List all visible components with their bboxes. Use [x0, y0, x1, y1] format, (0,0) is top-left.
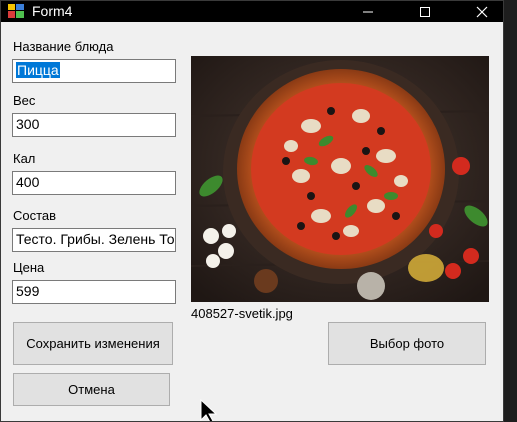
calories-label: Кал [13, 151, 36, 166]
weight-label: Вес [13, 93, 36, 108]
price-label: Цена [13, 260, 45, 275]
ingredients-field[interactable]: Тесто. Грибы. Зелень То [12, 228, 176, 252]
maximize-icon [420, 6, 430, 17]
app-icon [8, 4, 24, 18]
photo-filename: 408527-svetik.jpg [191, 306, 293, 321]
dish-name-label: Название блюда [13, 39, 114, 54]
ingredients-label: Состав [13, 208, 57, 223]
dish-name-field[interactable]: Пицца [12, 59, 176, 83]
minimize-button[interactable] [345, 1, 391, 22]
window-title: Form4 [32, 3, 73, 19]
price-field[interactable]: 599 [12, 280, 176, 304]
dish-photo [191, 56, 489, 302]
save-changes-button[interactable]: Сохранить изменения [13, 322, 173, 365]
cancel-button[interactable]: Отмена [13, 373, 170, 406]
title-bar[interactable]: Form4 [1, 1, 503, 22]
minimize-icon [363, 11, 373, 12]
mouse-cursor-icon [200, 398, 218, 421]
close-icon [476, 6, 488, 17]
maximize-button[interactable] [402, 1, 448, 22]
choose-photo-button[interactable]: Выбор фото [328, 322, 486, 365]
close-button[interactable] [459, 1, 503, 22]
dish-name-value: Пицца [16, 62, 60, 78]
form4-window: Form4 Название блюда Пицца Вес 300 Кал 4… [0, 0, 504, 422]
calories-field[interactable]: 400 [12, 171, 176, 195]
weight-field[interactable]: 300 [12, 113, 176, 137]
